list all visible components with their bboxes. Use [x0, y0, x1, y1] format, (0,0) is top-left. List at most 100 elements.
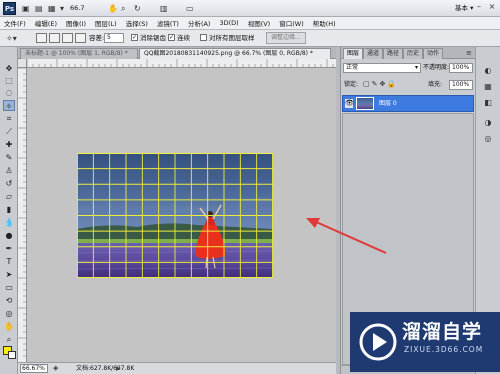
screen-mode-icon[interactable]: ▭ — [186, 3, 194, 14]
magic-wand-icon[interactable]: ✧ — [3, 100, 15, 111]
opacity-field[interactable]: 100% — [449, 63, 473, 73]
status-menu-arrow-icon[interactable]: ▶ — [116, 365, 121, 373]
blend-mode-select[interactable]: 正常 ▾ — [343, 63, 421, 73]
layer-row[interactable]: 👁 图层 0 — [342, 95, 474, 112]
clone-stamp-icon[interactable]: ♙ — [3, 165, 15, 176]
blur-icon[interactable]: 💧 — [3, 217, 15, 228]
eye-icon[interactable]: 👁 — [345, 99, 354, 108]
ruler-horizontal[interactable] — [27, 59, 336, 68]
contiguous-checkbox[interactable]: ✓ — [168, 34, 175, 41]
antialias-checkbox[interactable]: ✓ — [131, 34, 138, 41]
lasso-icon[interactable]: ◌ — [3, 87, 15, 98]
marquee-icon[interactable]: ⬚ — [3, 75, 15, 86]
options-bar: ✧▾ 容差: 5 ✓ 消除锯齿 ✓ 连续 对所有图层取样 调整边缘... — [0, 30, 500, 47]
antialias-label: 消除锯齿 — [140, 34, 166, 42]
arrange-documents-icon[interactable]: ▥ — [160, 3, 168, 14]
tolerance-input[interactable]: 5 — [104, 33, 124, 43]
hand-icon[interactable]: ✋ — [3, 321, 15, 332]
healing-icon[interactable]: ✚ — [3, 139, 15, 150]
path-select-icon[interactable]: ➤ — [3, 269, 15, 280]
shape-icon[interactable]: ▭ — [3, 282, 15, 293]
menu-image[interactable]: 图像(I) — [66, 18, 86, 28]
add-selection-icon[interactable] — [49, 33, 60, 43]
zoom-tool-icon[interactable]: ⌕ — [121, 3, 125, 14]
pen-icon[interactable]: ✒ — [3, 243, 15, 254]
minimize-icon[interactable]: – — [474, 2, 484, 12]
background-color-swatch[interactable] — [8, 351, 16, 359]
menu-select[interactable]: 选择(S) — [126, 18, 148, 28]
eraser-icon[interactable]: ▱ — [3, 191, 15, 202]
rotate-view-icon[interactable]: ↻ — [134, 3, 141, 14]
move-icon[interactable]: ✥ — [3, 63, 15, 74]
menu-filter[interactable]: 滤镜(T) — [157, 18, 179, 28]
photoshop-window: Ps ▣ ▤ ▦ ▾ 66.7 ✋ ⌕ ↻ ▥ ▭ 基本 ▾ – × 文件(F)… — [0, 0, 500, 374]
eyedropper-icon[interactable]: ⟋ — [3, 126, 15, 137]
lock-icons[interactable]: ▢✎✥🔒 — [363, 80, 398, 89]
menu-analysis[interactable]: 分析(A) — [188, 18, 211, 28]
menu-view[interactable]: 视图(V) — [248, 18, 271, 28]
menu-help[interactable]: 帮助(H) — [313, 18, 336, 28]
intersect-selection-icon[interactable] — [75, 33, 86, 43]
zoom-status-field[interactable]: 66.67% — [20, 364, 48, 373]
menu-window[interactable]: 窗口(W) — [279, 18, 304, 28]
zoom-icon[interactable]: ⌕ — [3, 334, 15, 345]
new-selection-icon[interactable] — [36, 33, 47, 43]
zoom-level[interactable]: 66.7 — [70, 3, 84, 14]
lock-label: 锁定: — [344, 81, 359, 88]
gradient-icon[interactable]: ▮ — [3, 204, 15, 215]
hand-tool-icon[interactable]: ✋ — [108, 3, 118, 14]
ruler-origin[interactable] — [18, 59, 27, 68]
tab-history[interactable]: 历史 — [403, 48, 424, 59]
zoom-dropdown-icon[interactable]: ▾ — [60, 3, 64, 14]
fill-field[interactable]: 100% — [449, 80, 473, 90]
layer-thumbnail — [356, 97, 374, 110]
tool-preset-icon[interactable]: ✧▾ — [6, 33, 17, 44]
tab-paths[interactable]: 路径 — [383, 48, 404, 59]
document-tabs: 未标题-1 @ 100% (图层 1, RGB/8) * QQ截图2018083… — [18, 47, 336, 59]
tools-panel: ✥ ⬚ ◌ ✧ ⌗ ⟋ ✚ ✎ ♙ ↺ ▱ ▮ 💧 ● ✒ T ➤ ▭ ⟲ ◎ … — [0, 47, 18, 374]
mini-bridge-icon[interactable]: ▤ — [35, 3, 43, 14]
menu-layer[interactable]: 图层(L) — [95, 18, 117, 28]
tab-qq-screenshot[interactable]: QQ截图20180831140925.png @ 66.7% (图层 0, RG… — [139, 48, 331, 59]
dodge-icon[interactable]: ● — [3, 230, 15, 241]
brush-icon[interactable]: ✎ — [3, 152, 15, 163]
status-bar: 66.67% ◈ 文档:627.8K/627.8K ▶ — [18, 362, 336, 374]
tab-actions[interactable]: 动作 — [423, 48, 444, 59]
extras-icon[interactable]: ▦ — [48, 3, 56, 14]
styles-panel-icon[interactable]: ◧ — [482, 97, 494, 108]
tab-channels[interactable]: 通道 — [363, 48, 384, 59]
opacity-label: 不透明度: — [423, 64, 450, 71]
3d-rotate-icon[interactable]: ⟲ — [3, 295, 15, 306]
fill-label: 填充: — [428, 81, 443, 88]
history-brush-icon[interactable]: ↺ — [3, 178, 15, 189]
swatches-panel-icon[interactable]: ▦ — [482, 81, 494, 92]
sample-all-layers-checkbox[interactable] — [200, 34, 207, 41]
color-panel-icon[interactable]: ◐ — [482, 65, 494, 76]
close-icon[interactable]: × — [487, 2, 497, 12]
panel-menu-icon[interactable]: ≡ — [466, 48, 472, 58]
tab-layers[interactable]: 图层 — [343, 48, 364, 59]
menu-edit[interactable]: 编辑(E) — [35, 18, 57, 28]
layer-name[interactable]: 图层 0 — [379, 100, 397, 108]
type-icon[interactable]: T — [3, 256, 15, 267]
document-size: 文档:627.8K/627.8K — [76, 365, 135, 372]
watermark-title: 溜溜自学 — [402, 321, 483, 343]
bridge-icon[interactable]: ▣ — [22, 3, 30, 14]
menu-3d[interactable]: 3D(D) — [219, 19, 238, 27]
photo-lavender-field — [77, 153, 273, 278]
masks-panel-icon[interactable]: ◎ — [482, 133, 494, 144]
refine-edge-button[interactable]: 调整边缘... — [266, 32, 306, 44]
canvas-area[interactable] — [27, 68, 336, 362]
document-image[interactable] — [77, 153, 273, 278]
workspace-switcher[interactable]: 基本 ▾ — [455, 3, 473, 14]
ruler-vertical[interactable] — [18, 68, 27, 362]
watermark: 溜溜自学 ZIXUE.3D66.COM — [350, 312, 500, 372]
application-bar: Ps ▣ ▤ ▦ ▾ 66.7 ✋ ⌕ ↻ ▥ ▭ 基本 ▾ – × — [0, 0, 500, 17]
subtract-selection-icon[interactable] — [62, 33, 73, 43]
crop-icon[interactable]: ⌗ — [3, 113, 15, 124]
annotation-arrow — [306, 218, 387, 254]
tab-untitled-1[interactable]: 未标题-1 @ 100% (图层 1, RGB/8) * — [20, 48, 138, 59]
3d-camera-icon[interactable]: ◎ — [3, 308, 15, 319]
menu-file[interactable]: 文件(F) — [4, 18, 26, 28]
adjustments-panel-icon[interactable]: ◑ — [482, 117, 494, 128]
